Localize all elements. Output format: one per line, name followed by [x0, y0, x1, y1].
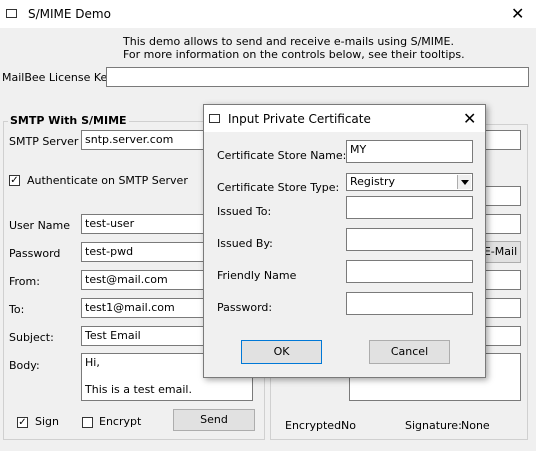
encrypted-value: No [341, 419, 356, 432]
subject-label: Subject: [9, 331, 54, 344]
encrypt-checkbox[interactable] [82, 417, 93, 428]
chevron-down-icon[interactable] [457, 175, 471, 189]
issued-to-label: Issued To: [217, 205, 272, 218]
certificate-password-label: Password: [217, 301, 273, 314]
intro-line-1: This demo allows to send and receive e-m… [123, 35, 454, 48]
authenticate-checkbox[interactable]: ✓ [9, 175, 20, 186]
window-title: S/MIME Demo [28, 7, 111, 21]
input-private-certificate-dialog: Input Private Certificate ✕ Certificate … [203, 104, 486, 378]
receive-field-2[interactable] [484, 214, 521, 234]
license-key-input[interactable] [106, 67, 529, 87]
store-type-select[interactable]: Registry [346, 173, 473, 191]
sign-checkbox[interactable]: ✓ [17, 417, 28, 428]
receive-field-5[interactable] [484, 326, 521, 346]
receive-field-3[interactable] [484, 270, 521, 290]
issued-to-input[interactable] [346, 196, 473, 219]
cancel-button[interactable]: Cancel [369, 340, 450, 364]
issued-by-label: Issued By: [217, 237, 273, 250]
store-name-input[interactable]: MY [346, 140, 473, 163]
license-key-label: MailBee License Key [2, 71, 114, 84]
signature-value: None [461, 419, 490, 432]
receive-email-button[interactable]: E-Mail [480, 241, 521, 263]
encrypted-label: Encrypted: [285, 419, 345, 432]
send-button[interactable]: Send [173, 409, 255, 431]
smtp-server-label: SMTP Server [9, 135, 79, 148]
store-type-value: Registry [350, 175, 396, 188]
user-name-label: User Name [9, 219, 71, 232]
friendly-name-input[interactable] [346, 260, 473, 283]
certificate-password-input[interactable] [346, 292, 473, 315]
store-name-label: Certificate Store Name: [217, 149, 347, 162]
receive-field-4[interactable] [484, 298, 521, 318]
store-type-label: Certificate Store Type: [217, 181, 340, 194]
dialog-title-bar: Input Private Certificate ✕ [204, 105, 485, 132]
dialog-title: Input Private Certificate [228, 112, 371, 126]
dialog-close-icon[interactable]: ✕ [463, 109, 476, 128]
friendly-name-label: Friendly Name [217, 269, 297, 282]
sign-label: Sign [35, 415, 59, 428]
issued-by-input[interactable] [346, 228, 473, 251]
ok-button[interactable]: OK [241, 340, 322, 364]
title-bar: S/MIME Demo ✕ [0, 0, 536, 28]
smtp-group-title: SMTP With S/MIME [8, 114, 129, 127]
body-line-2: This is a test email. [85, 383, 192, 396]
encrypt-label: Encrypt [99, 415, 142, 428]
close-icon[interactable]: ✕ [511, 4, 524, 23]
intro-line-2: For more information on the controls bel… [123, 48, 465, 61]
receive-field-1[interactable] [484, 186, 521, 206]
body-label: Body: [9, 359, 40, 372]
to-label: To: [9, 303, 25, 316]
from-label: From: [9, 275, 40, 288]
signature-label: Signature: [405, 419, 462, 432]
password-label: Password [9, 247, 61, 260]
authenticate-label: Authenticate on SMTP Server [27, 174, 188, 187]
pop3-server-input[interactable] [484, 130, 521, 150]
